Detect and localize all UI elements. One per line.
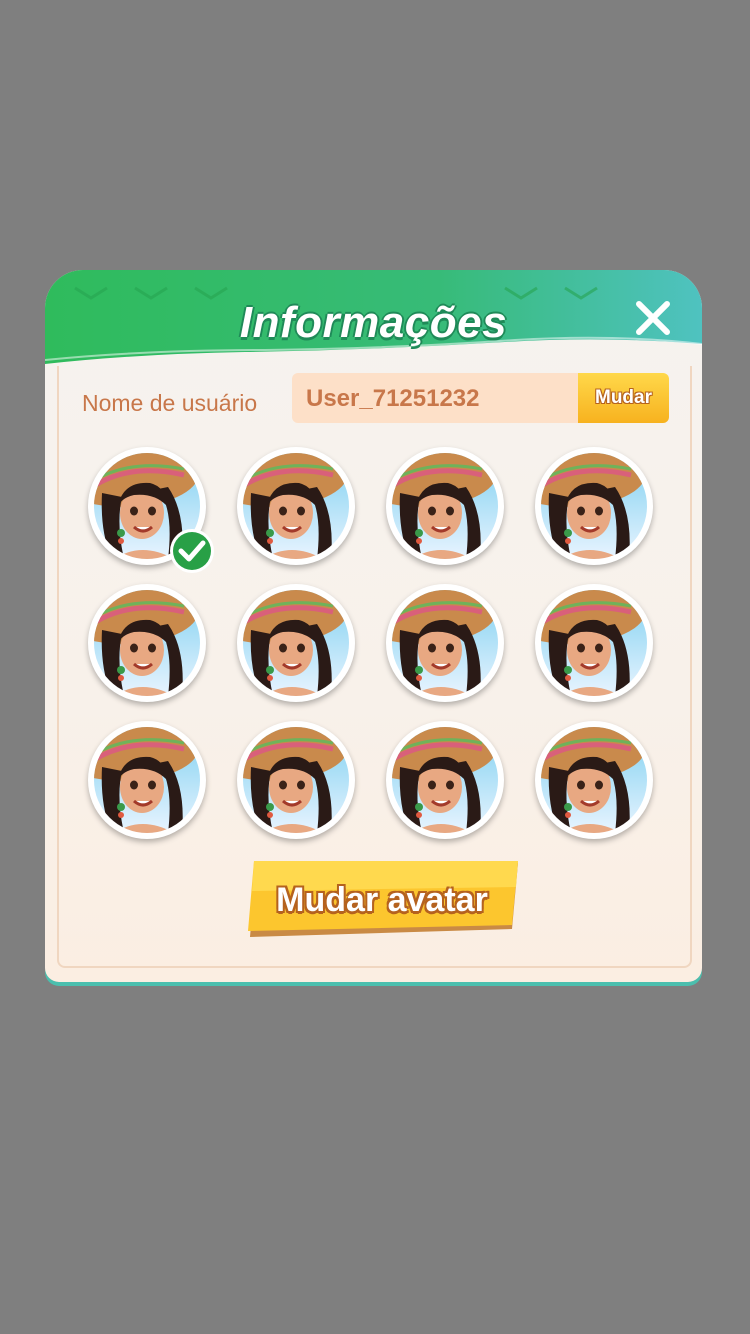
change-avatar-button[interactable]: Mudar avatar	[246, 861, 518, 937]
avatar-image	[243, 727, 349, 833]
avatar-image	[392, 727, 498, 833]
avatar-image	[392, 590, 498, 696]
info-dialog: Informações Nome de usuário User_7125123…	[45, 270, 702, 982]
username-label: Nome de usuário	[82, 390, 258, 416]
username-value: User_71251232	[306, 385, 480, 412]
avatar-option[interactable]	[88, 721, 206, 839]
check-icon	[170, 529, 214, 573]
avatar-option[interactable]	[386, 447, 504, 565]
avatar-option[interactable]	[237, 447, 355, 565]
close-icon	[636, 301, 670, 335]
username-field: User_71251232	[292, 373, 582, 423]
dialog-title: Informações	[239, 298, 508, 347]
avatar-image	[541, 590, 647, 696]
avatar-option[interactable]	[535, 721, 653, 839]
avatar-option[interactable]	[237, 721, 355, 839]
avatar-image	[541, 727, 647, 833]
avatar-image	[541, 453, 647, 559]
avatar-option[interactable]	[88, 584, 206, 702]
avatar-option[interactable]	[386, 584, 504, 702]
avatar-option[interactable]	[535, 584, 653, 702]
avatar-option[interactable]	[535, 447, 653, 565]
avatar-image	[243, 590, 349, 696]
change-avatar-label: Mudar avatar	[276, 881, 488, 919]
close-button[interactable]	[633, 298, 673, 338]
avatar-image	[94, 590, 200, 696]
avatar-image	[243, 453, 349, 559]
change-username-button[interactable]: Mudar	[578, 373, 669, 423]
avatar-option[interactable]	[386, 721, 504, 839]
avatar-image	[392, 453, 498, 559]
dialog-header: Informações	[45, 270, 702, 370]
avatar-image	[94, 727, 200, 833]
avatar-option[interactable]	[237, 584, 355, 702]
